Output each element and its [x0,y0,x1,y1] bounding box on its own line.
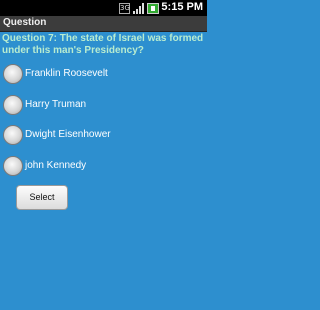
radio-button[interactable] [3,125,23,145]
option-john-kennedy[interactable]: john Kennedy [3,156,203,178]
option-dwight-eisenhower[interactable]: Dwight Eisenhower [3,125,203,147]
status-time: 5:15 PM [161,1,203,13]
radio-button[interactable] [3,156,23,176]
select-button[interactable]: Select [16,185,68,210]
radio-button[interactable] [3,64,23,84]
window-title: Question [3,17,47,28]
option-label: Harry Truman [25,99,87,110]
signal-icon [133,3,144,14]
status-icons: 3G [119,2,159,14]
battery-icon [147,3,159,14]
radio-button[interactable] [3,95,23,115]
option-harry-truman[interactable]: Harry Truman [3,95,203,117]
option-label: Dwight Eisenhower [25,129,111,140]
status-bar: 3G 5:15 PM [0,0,207,16]
3g-icon: 3G [119,3,130,14]
option-label: Franklin Roosevelt [25,68,108,79]
title-bar: Question [0,16,207,32]
option-label: john Kennedy [25,160,87,171]
option-franklin-roosevelt[interactable]: Franklin Roosevelt [3,64,203,86]
question-text: Question 7: The state of Israel was form… [2,33,204,56]
